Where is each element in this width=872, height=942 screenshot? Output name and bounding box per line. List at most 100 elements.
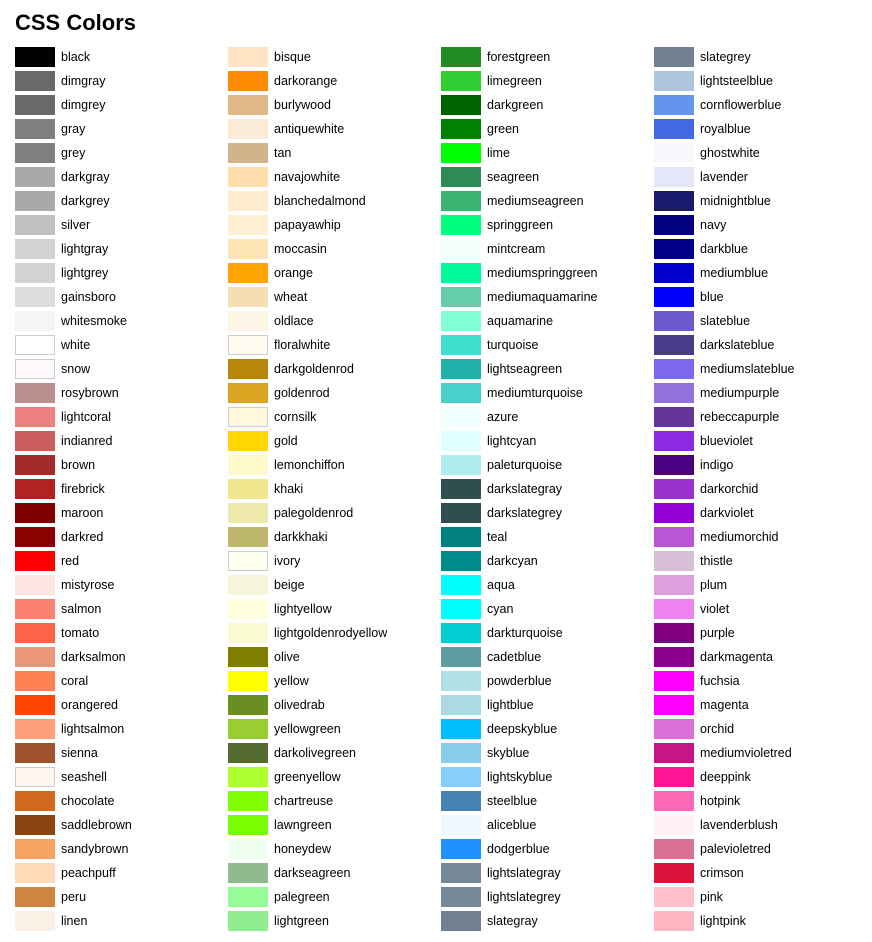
color-item: salmon <box>15 598 218 620</box>
color-item: darkseagreen <box>228 862 431 884</box>
color-item: limegreen <box>441 70 644 92</box>
color-name-label: crimson <box>700 866 744 880</box>
color-swatch <box>441 263 481 283</box>
color-item: pink <box>654 886 857 908</box>
color-swatch <box>228 167 268 187</box>
color-name-label: lime <box>487 146 510 160</box>
color-name-label: limegreen <box>487 74 542 88</box>
color-name-label: yellow <box>274 674 309 688</box>
color-swatch <box>441 119 481 139</box>
color-name-label: brown <box>61 458 95 472</box>
color-item: darkturquoise <box>441 622 644 644</box>
color-name-label: orangered <box>61 698 118 712</box>
color-swatch <box>654 695 694 715</box>
color-name-label: midnightblue <box>700 194 771 208</box>
color-swatch <box>441 191 481 211</box>
color-swatch <box>654 359 694 379</box>
color-swatch <box>15 839 55 859</box>
color-swatch <box>228 599 268 619</box>
color-swatch <box>228 623 268 643</box>
color-item: goldenrod <box>228 382 431 404</box>
color-swatch <box>15 383 55 403</box>
color-name-label: navy <box>700 218 726 232</box>
color-item: ivory <box>228 550 431 572</box>
color-item: peachpuff <box>15 862 218 884</box>
color-swatch <box>15 455 55 475</box>
color-name-label: dodgerblue <box>487 842 550 856</box>
color-item: whitesmoke <box>15 310 218 332</box>
color-name-label: lightslategray <box>487 866 561 880</box>
color-item: aqua <box>441 574 644 596</box>
color-name-label: darkslategray <box>487 482 562 496</box>
color-name-label: rosybrown <box>61 386 119 400</box>
color-swatch <box>15 71 55 91</box>
color-item: greenyellow <box>228 766 431 788</box>
color-swatch <box>15 167 55 187</box>
color-name-label: floralwhite <box>274 338 330 352</box>
color-swatch <box>228 215 268 235</box>
color-item: papayawhip <box>228 214 431 236</box>
color-swatch <box>15 527 55 547</box>
color-item: tomato <box>15 622 218 644</box>
color-name-label: darkcyan <box>487 554 538 568</box>
color-name-label: darkseagreen <box>274 866 350 880</box>
color-swatch <box>15 191 55 211</box>
color-swatch <box>654 95 694 115</box>
color-item: sienna <box>15 742 218 764</box>
color-name-label: papayawhip <box>274 218 341 232</box>
color-name-label: palegoldenrod <box>274 506 353 520</box>
color-swatch <box>654 215 694 235</box>
color-name-label: lightblue <box>487 698 534 712</box>
color-swatch <box>15 47 55 67</box>
color-swatch <box>441 623 481 643</box>
color-swatch <box>228 911 268 931</box>
color-item: white <box>15 334 218 356</box>
color-swatch <box>228 887 268 907</box>
color-name-label: maroon <box>61 506 103 520</box>
color-item: beige <box>228 574 431 596</box>
color-name-label: lightgrey <box>61 266 108 280</box>
color-swatch <box>15 215 55 235</box>
color-name-label: azure <box>487 410 518 424</box>
color-item: darkcyan <box>441 550 644 572</box>
color-item: bisque <box>228 46 431 68</box>
color-item: lightpink <box>654 910 857 932</box>
color-swatch <box>441 215 481 235</box>
color-item: springgreen <box>441 214 644 236</box>
color-swatch <box>15 407 55 427</box>
color-item: peru <box>15 886 218 908</box>
color-name-label: honeydew <box>274 842 331 856</box>
color-item: mediumturquoise <box>441 382 644 404</box>
color-swatch <box>441 71 481 91</box>
color-name-label: orchid <box>700 722 734 736</box>
color-name-label: deeppink <box>700 770 751 784</box>
color-item: paleturquoise <box>441 454 644 476</box>
color-item: gray <box>15 118 218 140</box>
color-swatch <box>654 527 694 547</box>
color-item: slategrey <box>654 46 857 68</box>
color-item: cyan <box>441 598 644 620</box>
color-swatch <box>228 767 268 787</box>
color-item: darkviolet <box>654 502 857 524</box>
color-item: lightsteelblue <box>654 70 857 92</box>
color-item: darkorchid <box>654 478 857 500</box>
color-swatch <box>15 479 55 499</box>
color-swatch <box>228 191 268 211</box>
color-name-label: indianred <box>61 434 112 448</box>
color-swatch <box>654 71 694 91</box>
color-swatch <box>228 143 268 163</box>
color-item: orchid <box>654 718 857 740</box>
color-name-label: green <box>487 122 519 136</box>
color-swatch <box>441 815 481 835</box>
color-swatch <box>441 671 481 691</box>
color-swatch <box>654 647 694 667</box>
color-name-label: silver <box>61 218 90 232</box>
color-swatch <box>15 287 55 307</box>
color-swatch <box>441 503 481 523</box>
color-swatch <box>228 335 268 355</box>
color-item: black <box>15 46 218 68</box>
color-name-label: bisque <box>274 50 311 64</box>
color-item: darkkhaki <box>228 526 431 548</box>
color-name-label: mediumblue <box>700 266 768 280</box>
color-swatch <box>228 287 268 307</box>
